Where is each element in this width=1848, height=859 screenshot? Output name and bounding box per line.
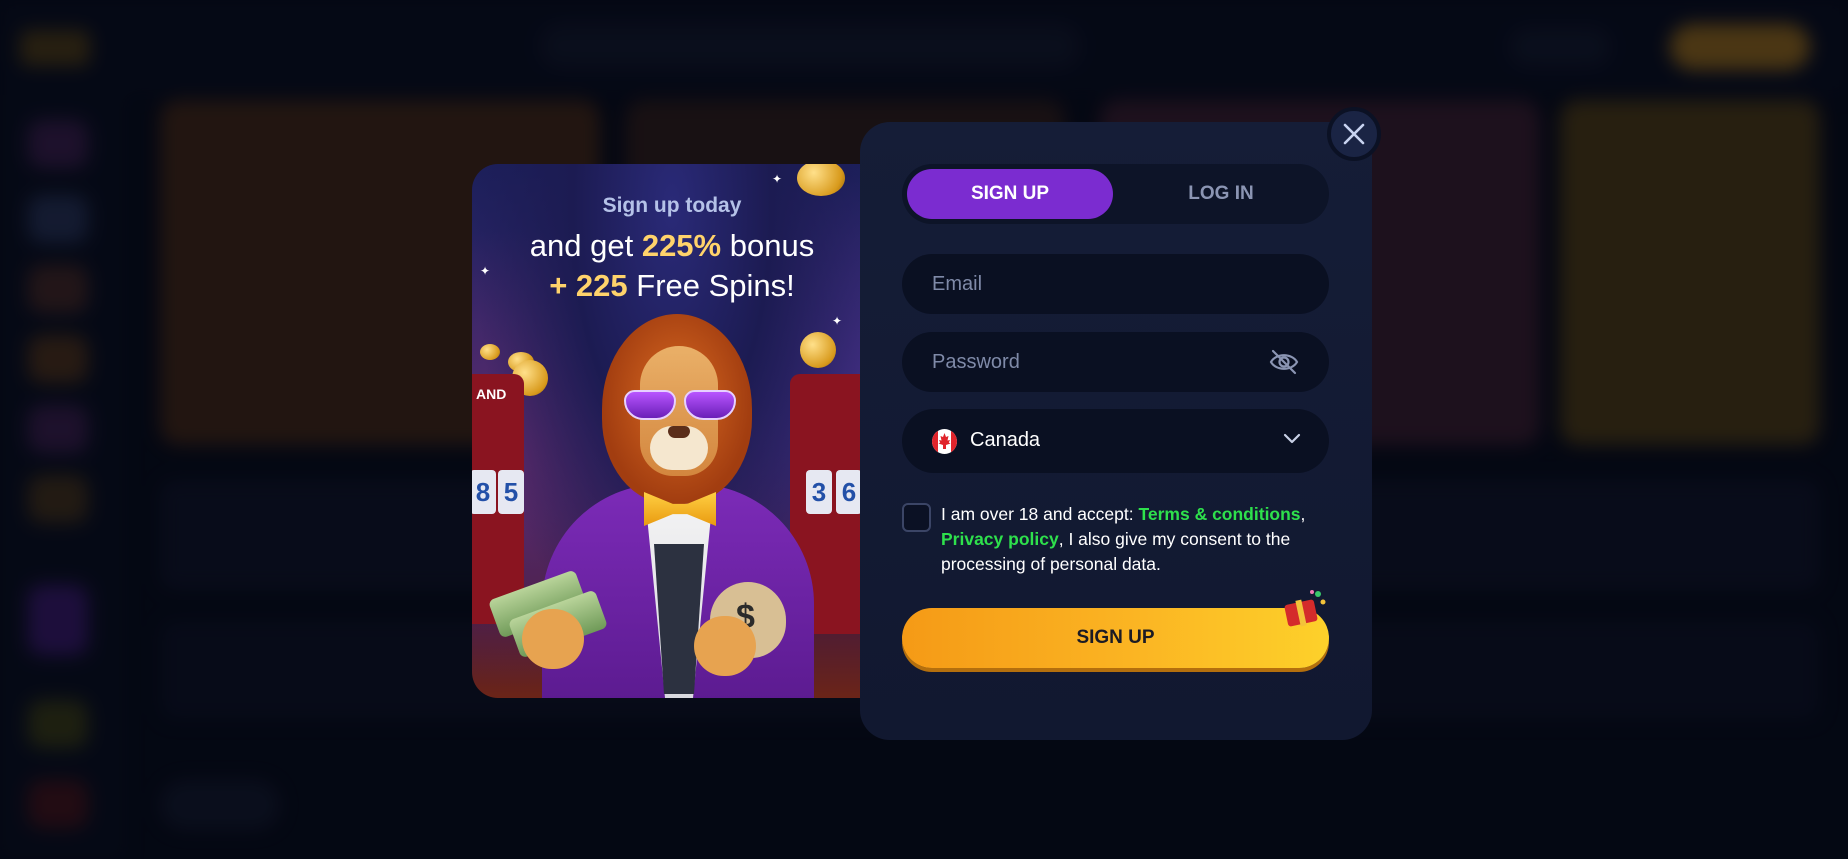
sunglasses-lens	[684, 390, 736, 420]
email-input[interactable]	[902, 254, 1329, 314]
promo-headline-line1: and get 225% bonus	[472, 228, 872, 264]
consent-checkbox[interactable]	[902, 503, 931, 532]
gift-icon	[1284, 590, 1326, 627]
slot-reel: 5	[498, 470, 524, 514]
chevron-down-icon	[1283, 433, 1301, 444]
slot-machine-left: AND 8 5	[472, 374, 524, 624]
lion-paw	[694, 616, 756, 676]
promo-banner: ✦ ✦ ✦ AND 8 5 3 6 $ Sign up today and ge…	[472, 164, 872, 698]
password-field	[902, 332, 1329, 392]
sparkle-icon: ✦	[832, 314, 843, 328]
privacy-link[interactable]: Privacy policy	[941, 529, 1059, 549]
promo-text: and get	[529, 228, 642, 263]
coin-icon	[800, 332, 836, 368]
slot-reel: 6	[836, 470, 862, 514]
slot-reel: 8	[472, 470, 496, 514]
tab-log-in[interactable]: LOG IN	[1118, 169, 1324, 219]
canada-flag-icon	[932, 429, 957, 454]
lion-nose	[668, 426, 690, 438]
slot-sign: AND	[476, 386, 507, 402]
close-icon	[1343, 123, 1365, 145]
promo-text: Free Spins!	[627, 268, 795, 303]
country-select[interactable]: Canada	[902, 409, 1329, 473]
eye-off-icon[interactable]	[1269, 349, 1299, 375]
consent-text: I am over 18 and accept: Terms & conditi…	[941, 502, 1331, 577]
password-input[interactable]	[902, 332, 1329, 392]
coin-icon	[480, 344, 500, 360]
sunglasses-lens	[624, 390, 676, 420]
close-button[interactable]	[1327, 107, 1381, 161]
sparkle-icon: ✦	[772, 172, 783, 186]
consent-label: I am over 18 and accept:	[941, 504, 1139, 524]
free-spins-count: + 225	[549, 268, 628, 303]
sign-up-button[interactable]: SIGN UP	[902, 608, 1329, 668]
promo-headline-line2: + 225 Free Spins!	[472, 268, 872, 304]
consent-label: ,	[1300, 504, 1306, 524]
coin-icon	[797, 164, 845, 196]
lion-paw	[522, 609, 584, 669]
promo-subtitle: Sign up today	[602, 194, 742, 217]
auth-tabs: SIGN UP LOG IN	[902, 164, 1329, 224]
tab-sign-up[interactable]: SIGN UP	[907, 169, 1113, 219]
bonus-percent: 225%	[641, 228, 722, 263]
country-value: Canada	[970, 429, 1041, 451]
slot-reel: 3	[806, 470, 832, 514]
sunglasses-icon	[622, 390, 738, 420]
promo-text: bonus	[721, 228, 815, 263]
terms-link[interactable]: Terms & conditions	[1138, 504, 1300, 524]
email-field	[902, 254, 1329, 314]
